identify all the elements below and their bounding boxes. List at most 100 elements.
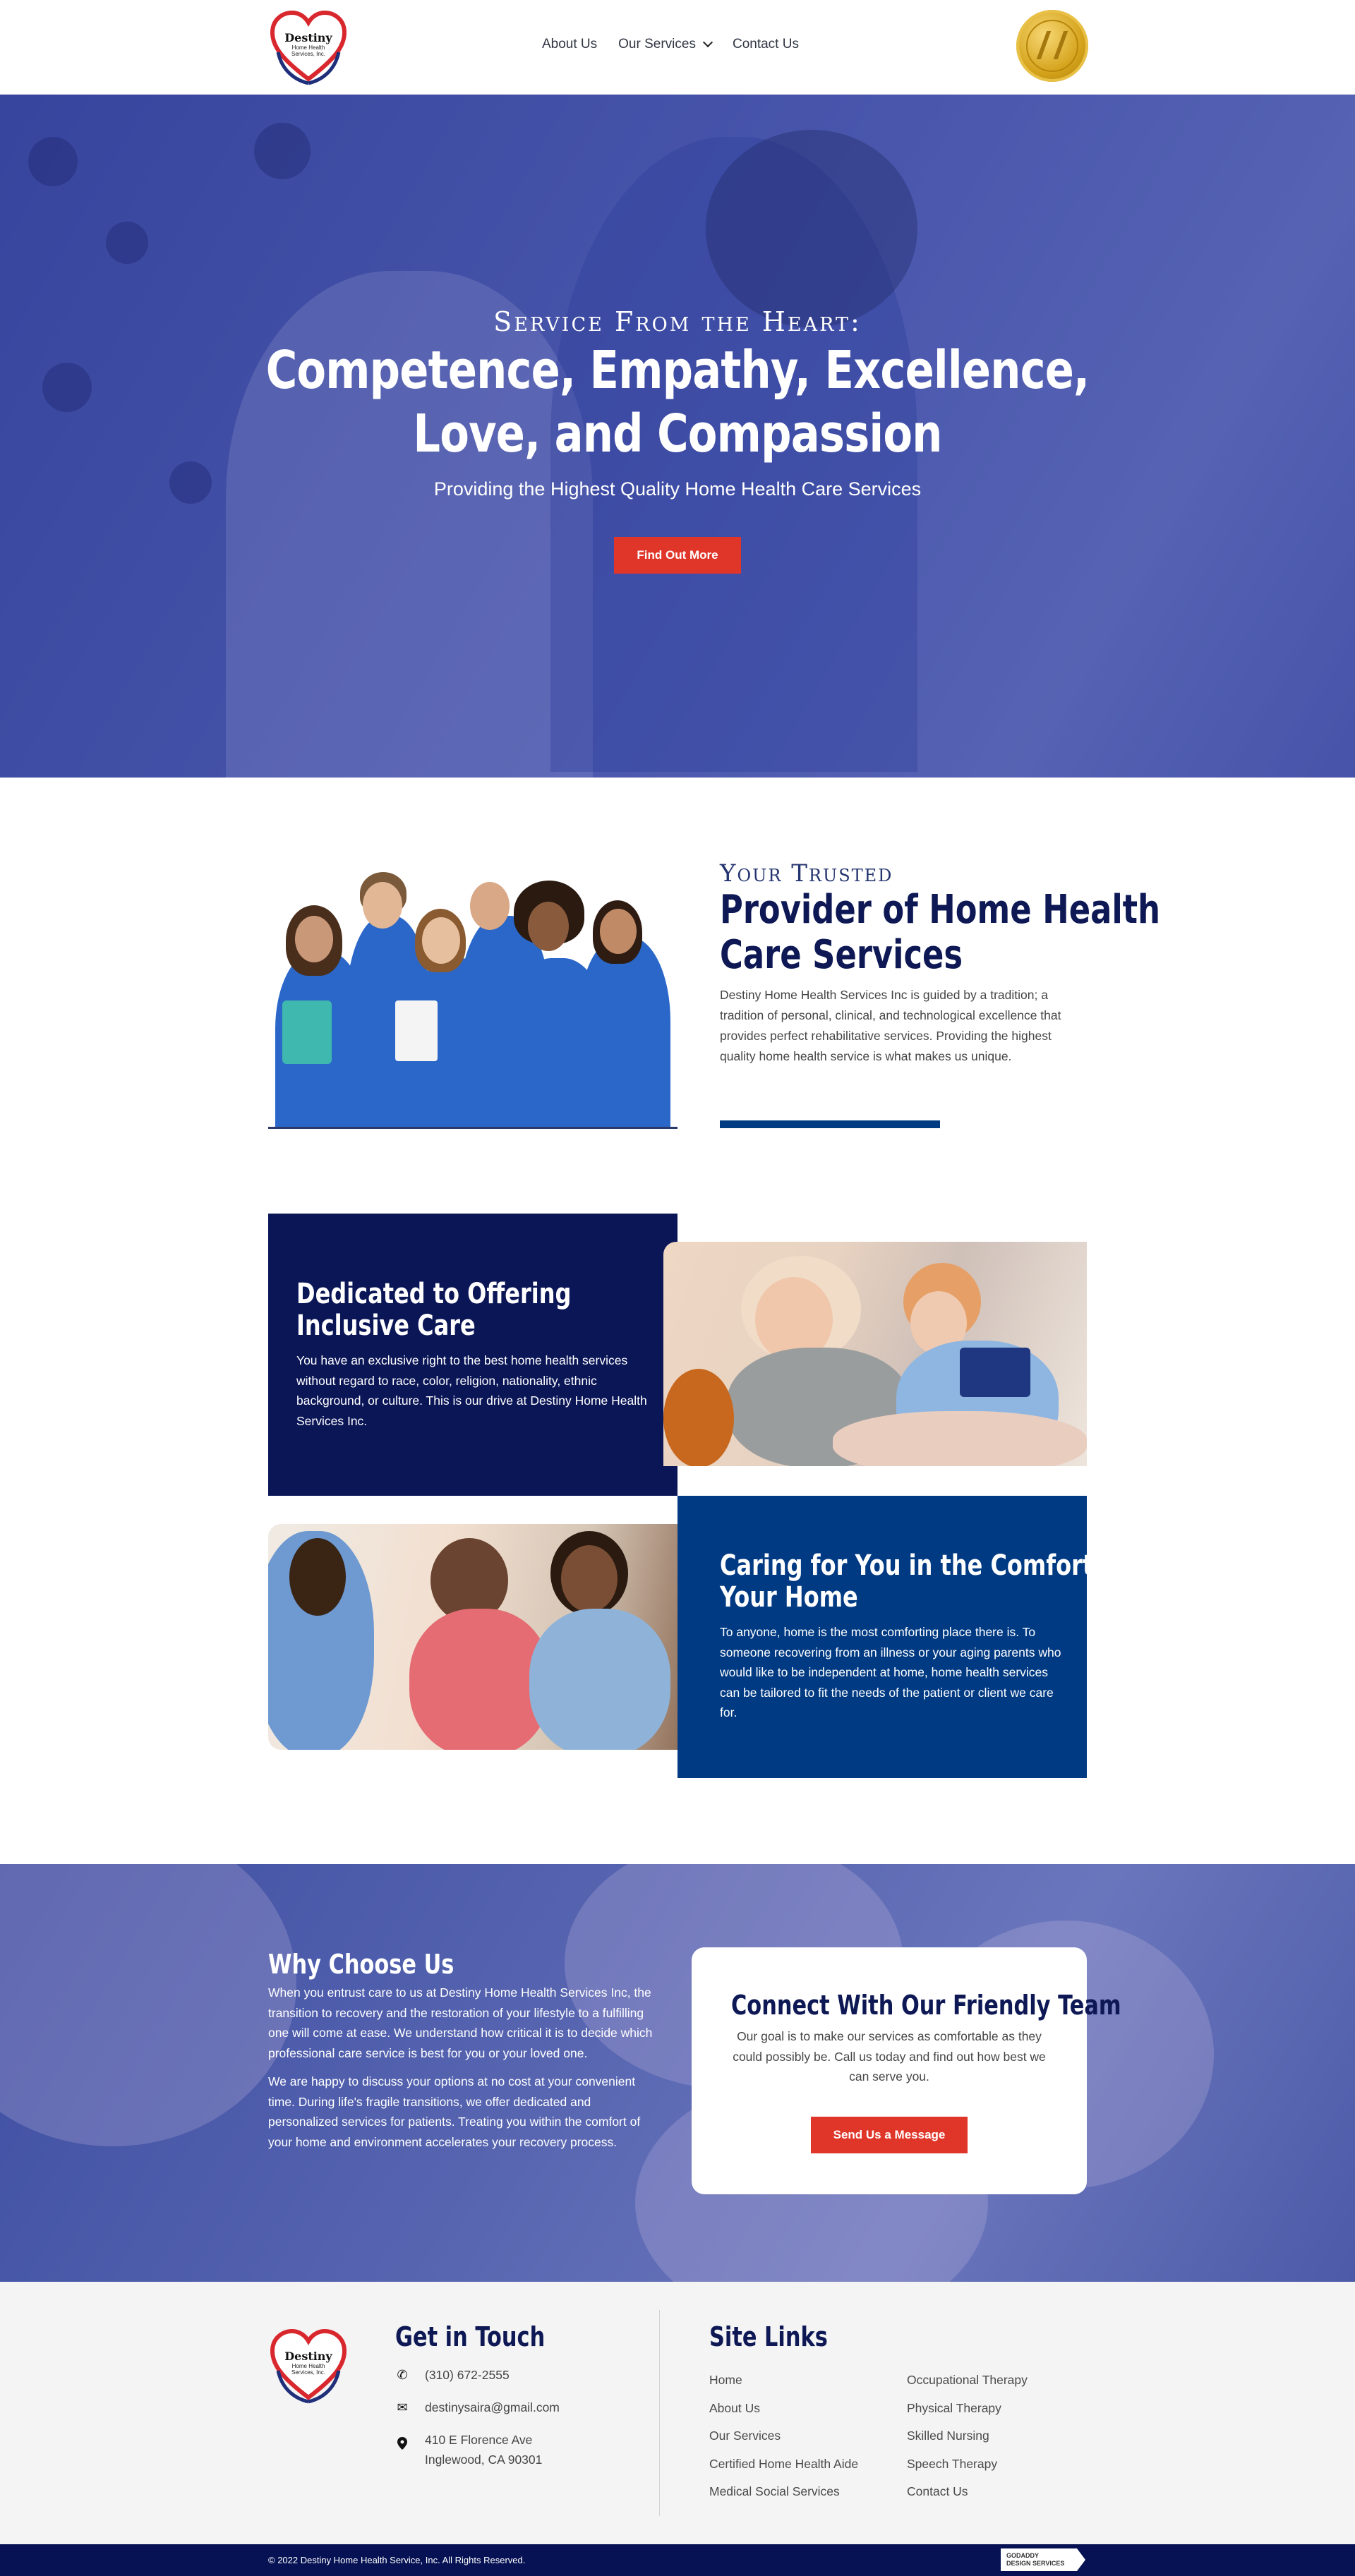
why-content: Why Choose Us When you entrust care to u… <box>268 1947 653 2152</box>
photo-hair <box>289 1538 346 1616</box>
team-photo <box>268 866 678 1127</box>
phone-icon: ✆ <box>397 2368 408 2382</box>
address-text: 410 E Florence Ave Inglewood, CA 90301 <box>425 2430 542 2469</box>
map-pin-icon <box>395 2430 409 2455</box>
site-footer: Destiny Home Health Services, Inc. Get i… <box>0 2282 1355 2544</box>
site-header: Destiny Home Health Services, Inc. About… <box>0 0 1355 95</box>
inclusive-care-box: Dedicated to Offering Inclusive Care You… <box>268 1214 678 1496</box>
nav-contact-us[interactable]: Contact Us <box>733 37 799 52</box>
why-paragraph-1: When you entrust care to us at Destiny H… <box>268 1985 653 2060</box>
hero-title: Competence, Empathy, Excellence, Love, a… <box>122 339 1233 466</box>
connect-body: Our goal is to make our services as comf… <box>733 2029 1046 2084</box>
photo-face <box>363 882 402 929</box>
logo-text-sub2: Services, Inc. <box>291 51 325 57</box>
phone-number: (310) 672-2555 <box>425 2368 510 2382</box>
photo-clipboard <box>960 1348 1030 1397</box>
photo-denim <box>529 1609 670 1750</box>
why-choose-us-section: Why Choose Us When you entrust care to u… <box>0 1864 1355 2282</box>
address-row: 410 E Florence Ave Inglewood, CA 90301 <box>395 2430 582 2469</box>
footer-divider <box>659 2310 660 2516</box>
phone-row[interactable]: ✆ (310) 672-2555 <box>395 2365 582 2385</box>
comfort-home-content: Caring for You in the Comfort of Your Ho… <box>720 1549 1127 1723</box>
trusted-title-line1: Provider of Home Health <box>720 887 1160 933</box>
email-row[interactable]: ✉ destinysaira@gmail.com <box>395 2397 582 2417</box>
inclusive-care-body: You have an exclusive right to the best … <box>296 1353 647 1428</box>
comfort-title-line2: Your Home <box>720 1581 858 1614</box>
photo-face <box>422 917 460 964</box>
footer-link-occupational-therapy[interactable]: Occupational Therapy <box>907 2366 1104 2395</box>
nav-label: Our Services <box>618 37 696 52</box>
connect-title: Connect With Our Friendly Team <box>731 1990 1121 2021</box>
photo-face <box>470 882 510 930</box>
footer-link-skilled-nursing[interactable]: Skilled Nursing <box>907 2422 1104 2450</box>
logo-text-main: Destiny <box>284 31 332 44</box>
photo-face <box>528 902 569 951</box>
footer-link-home-health-aide[interactable]: Certified Home Health Aide <box>709 2450 907 2479</box>
logo-text-sub1: Home Health <box>291 44 325 51</box>
photo-notepad <box>395 1000 438 1061</box>
envelope-icon: ✉ <box>397 2400 408 2414</box>
photo-figure <box>579 937 670 1127</box>
footer-link-about-us[interactable]: About Us <box>709 2395 907 2423</box>
godaddy-badge[interactable]: GODADDY DESIGN SERVICES <box>1001 2548 1085 2571</box>
nav-label: About Us <box>542 37 598 52</box>
badge-line1: GODADDY <box>1006 2552 1040 2559</box>
why-paragraph-2: We are happy to discuss your options at … <box>268 2074 641 2149</box>
nav-label: Contact Us <box>732 37 799 52</box>
site-links-columns: Home About Us Our Services Certified Hom… <box>709 2366 1104 2506</box>
nav-about-us[interactable]: About Us <box>542 37 597 52</box>
family-care-photo <box>268 1524 692 1750</box>
trusted-body: Destiny Home Health Services Inc is guid… <box>720 988 1061 1063</box>
find-out-more-button[interactable]: Find Out More <box>614 537 741 574</box>
copyright-text: © 2022 Destiny Home Health Service, Inc.… <box>268 2555 526 2565</box>
trusted-title: Provider of Home Health Care Services <box>720 887 1160 978</box>
photo-folder <box>282 1000 332 1064</box>
footer-link-speech-therapy[interactable]: Speech Therapy <box>907 2450 1104 2479</box>
comfort-home-box: Caring for You in the Comfort of Your Ho… <box>678 1496 1127 1778</box>
hero-title-line1: Competence, Empathy, Excellence, <box>265 340 1090 401</box>
footer-link-home[interactable]: Home <box>709 2366 907 2395</box>
footer-link-contact-us[interactable]: Contact Us <box>907 2478 1104 2506</box>
site-links-col-1: Home About Us Our Services Certified Hom… <box>709 2366 907 2506</box>
logo-text-main: Destiny <box>284 2350 332 2363</box>
chevron-down-icon <box>702 37 713 48</box>
comfort-home-title: Caring for You in the Comfort of Your Ho… <box>720 1549 1127 1614</box>
site-links-col-2: Occupational Therapy Physical Therapy Sk… <box>907 2366 1104 2506</box>
photo-face <box>600 909 637 954</box>
email-address: destinysaira@gmail.com <box>425 2400 560 2414</box>
hero-section: Service From the Heart: Competence, Empa… <box>0 95 1355 778</box>
connect-card: Connect With Our Friendly Team Our goal … <box>692 1947 1121 2194</box>
site-links-title: Site Links <box>709 2321 828 2352</box>
footer-link-physical-therapy[interactable]: Physical Therapy <box>907 2395 1104 2423</box>
footer-link-our-services[interactable]: Our Services <box>709 2422 907 2450</box>
logo-text-sub1: Home Health <box>291 2363 325 2369</box>
trusted-section: Your Trusted Provider of Home Health Car… <box>720 859 1160 1067</box>
hero-kicker: Service From the Heart: <box>493 306 862 337</box>
nav-our-services[interactable]: Our Services <box>618 37 713 52</box>
accent-bar <box>720 1120 940 1128</box>
inclusive-title-line1: Dedicated to Offering <box>296 1278 572 1310</box>
site-links: Site Links Home About Us Our Services Ce… <box>709 2321 1104 2506</box>
main-nav: About Us Our Services Contact Us <box>542 37 799 52</box>
comfort-title-line1: Caring for You in the Comfort of <box>720 1549 1127 1582</box>
accreditation-seal-icon <box>1016 10 1088 82</box>
badge-line2: DESIGN SERVICES <box>1006 2560 1065 2567</box>
send-message-button[interactable]: Send Us a Message <box>810 2116 968 2153</box>
address-line1: 410 E Florence Ave <box>425 2433 533 2447</box>
inclusive-title-line2: Inclusive Care <box>296 1310 476 1342</box>
hero-content: Service From the Heart: Competence, Empa… <box>0 306 1355 574</box>
caregiver-visit-photo <box>663 1242 1087 1466</box>
comfort-home-body: To anyone, home is the most comforting p… <box>720 1625 1061 1719</box>
footer-link-medical-social-services[interactable]: Medical Social Services <box>709 2478 907 2506</box>
inclusive-care-content: Dedicated to Offering Inclusive Care You… <box>296 1278 649 1431</box>
logo[interactable]: Destiny Home Health Services, Inc. <box>268 10 349 86</box>
photo-face <box>295 916 333 962</box>
address-line2: Inglewood, CA 90301 <box>425 2453 543 2467</box>
inclusive-care-title: Dedicated to Offering Inclusive Care <box>296 1278 579 1342</box>
hero-subtitle: Providing the Highest Quality Home Healt… <box>433 478 922 500</box>
footer-logo[interactable]: Destiny Home Health Services, Inc. <box>268 2328 349 2405</box>
logo-text-sub2: Services, Inc. <box>291 2369 325 2376</box>
get-in-touch-title: Get in Touch <box>395 2321 546 2352</box>
copyright-bar: © 2022 Destiny Home Health Service, Inc.… <box>0 2544 1355 2576</box>
trusted-kicker: Your Trusted <box>720 859 893 888</box>
